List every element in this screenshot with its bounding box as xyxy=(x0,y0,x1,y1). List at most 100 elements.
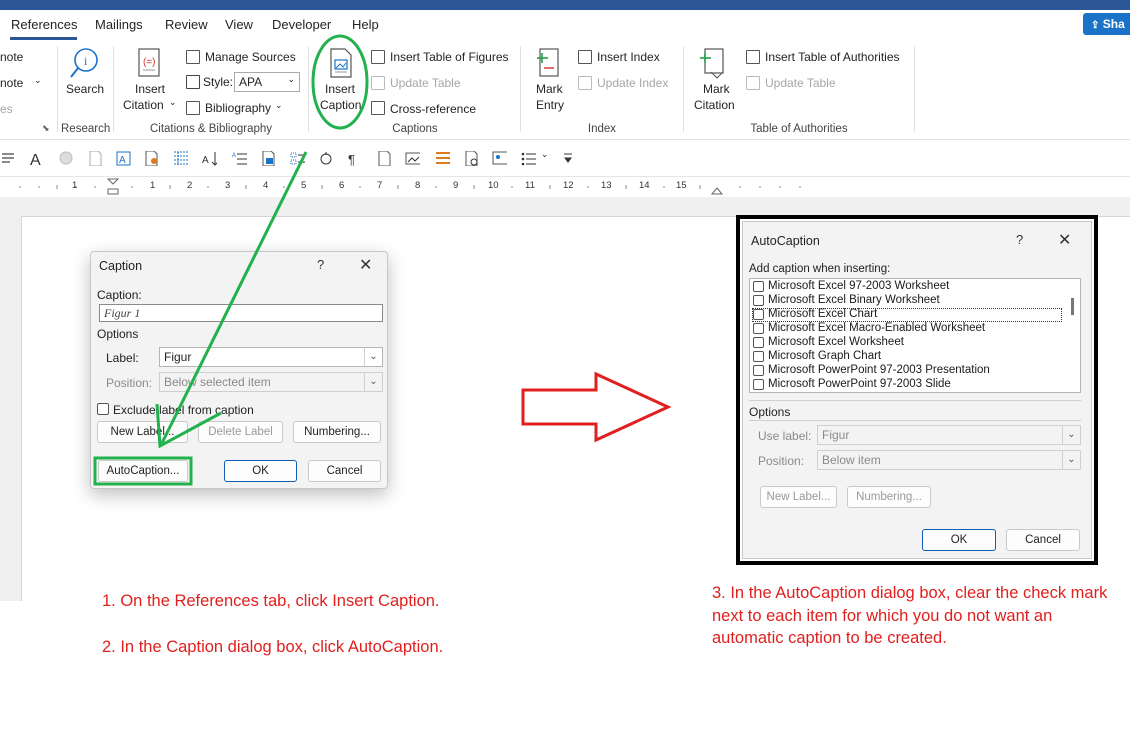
group-label-research: Research xyxy=(61,123,111,135)
mark-citation-label-1[interactable]: Mark xyxy=(703,82,730,96)
help-icon[interactable]: ? xyxy=(1016,232,1023,247)
position-select-value: Below selected item xyxy=(164,375,271,389)
tab-developer[interactable]: Developer xyxy=(272,17,331,32)
insert-caption-label-2[interactable]: Caption xyxy=(320,98,361,112)
close-icon[interactable]: ✕ xyxy=(359,255,372,275)
title-bar-strip xyxy=(0,0,1130,10)
close-icon[interactable]: ✕ xyxy=(1058,230,1071,250)
insert-table-of-figures-button[interactable]: Insert Table of Figures xyxy=(390,50,509,64)
list-item[interactable]: Microsoft Excel 97-2003 Worksheet xyxy=(750,280,1065,294)
chevron-down-icon[interactable]: ⌄ xyxy=(169,97,177,108)
insert-toa-button[interactable]: Insert Table of Authorities xyxy=(765,50,900,64)
tab-view[interactable]: View xyxy=(225,17,253,32)
item-checkbox[interactable] xyxy=(753,379,764,390)
instruction-step-1: 1. On the References tab, click Insert C… xyxy=(102,592,440,610)
numbering-button: Numbering... xyxy=(847,486,931,508)
ruler-number: 5 xyxy=(301,180,307,191)
table-icon[interactable] xyxy=(173,151,188,166)
align-lines-icon[interactable] xyxy=(435,151,450,166)
item-checkbox[interactable] xyxy=(753,295,764,306)
insert-caption-label-1[interactable]: Insert xyxy=(325,82,355,96)
help-icon[interactable]: ? xyxy=(317,257,324,272)
chevron-down-icon[interactable]: ⌄ xyxy=(541,149,549,160)
list-item[interactable]: Microsoft PowerPoint 97-2003 Presentatio… xyxy=(750,364,1065,378)
manage-sources-button[interactable]: Manage Sources xyxy=(205,50,296,64)
paragraph-marks-icon[interactable] xyxy=(2,151,17,166)
tab-references[interactable]: References xyxy=(11,17,77,32)
customize-toolbar-icon[interactable] xyxy=(562,151,577,166)
document-check-icon[interactable] xyxy=(261,151,276,166)
insert-index-button[interactable]: Insert Index xyxy=(597,50,660,64)
item-checkbox[interactable] xyxy=(753,351,764,362)
mark-entry-label-1[interactable]: Mark xyxy=(536,82,563,96)
ruler-number: 9 xyxy=(453,180,459,191)
autocaption-list[interactable]: Microsoft Excel 97-2003 Worksheet Micros… xyxy=(749,278,1081,393)
insert-citation-label-2[interactable]: Citation xyxy=(123,98,164,112)
ribbon-cut-item-1[interactable]: note xyxy=(0,50,23,64)
mark-entry-icon xyxy=(537,48,559,77)
numbering-button[interactable]: Numbering... xyxy=(293,421,381,443)
dashed-list-icon[interactable] xyxy=(290,151,305,166)
circle-icon[interactable] xyxy=(59,151,74,166)
ok-button[interactable]: OK xyxy=(922,529,996,551)
list-item[interactable]: Microsoft Excel Worksheet xyxy=(750,336,1065,350)
options-heading: Options xyxy=(97,327,139,341)
caption-field[interactable]: Figur 1 xyxy=(99,304,383,322)
item-checkbox[interactable] xyxy=(753,281,764,292)
new-label-button: New Label... xyxy=(760,486,837,508)
ruler-number: 4 xyxy=(263,180,269,191)
document-gear-icon[interactable] xyxy=(464,151,479,166)
bibliography-button[interactable]: Bibliography xyxy=(205,101,271,115)
ruler-number: 1 xyxy=(150,180,156,191)
insert-toa-icon xyxy=(746,50,760,64)
sort-icon[interactable]: A xyxy=(202,151,217,166)
cancel-button[interactable]: Cancel xyxy=(308,460,381,482)
picture-icon[interactable] xyxy=(492,151,507,166)
new-label-button[interactable]: New Label... xyxy=(97,421,188,443)
cancel-button[interactable]: Cancel xyxy=(1006,529,1080,551)
item-checkbox[interactable] xyxy=(753,337,764,348)
list-scrollbar-thumb[interactable] xyxy=(1071,298,1074,315)
insert-citation-label-1[interactable]: Insert xyxy=(135,82,165,96)
insert-citation-icon: (=) xyxy=(138,48,160,77)
list-icon[interactable]: A xyxy=(232,151,247,166)
chevron-down-icon[interactable]: ⌄ xyxy=(34,75,42,86)
insert-caption-icon xyxy=(330,48,352,78)
mark-entry-label-2[interactable]: Entry xyxy=(536,98,564,112)
ribbon-cut-item-2[interactable]: note xyxy=(0,76,23,90)
item-checkbox[interactable] xyxy=(753,365,764,376)
image-icon[interactable] xyxy=(405,151,420,166)
font-a-icon[interactable]: A xyxy=(30,151,45,166)
compass-icon[interactable] xyxy=(319,151,334,166)
list-item[interactable]: Microsoft Graph Chart xyxy=(750,350,1065,364)
cross-reference-icon xyxy=(371,101,385,115)
text-box-icon[interactable]: A xyxy=(116,151,131,166)
pilcrow-icon[interactable]: ¶ xyxy=(348,151,363,166)
list-item[interactable]: Microsoft PowerPoint 97-2003 Slide xyxy=(750,378,1065,392)
label-select[interactable]: Figur ⌄ xyxy=(159,347,383,367)
cross-reference-button[interactable]: Cross-reference xyxy=(390,102,476,116)
tab-mailings[interactable]: Mailings xyxy=(95,17,143,32)
insert-note-icon[interactable] xyxy=(144,151,159,166)
list-item[interactable]: Microsoft Excel Macro-Enabled Worksheet xyxy=(750,322,1065,336)
chevron-down-icon[interactable]: ⌄ xyxy=(275,100,283,111)
chevron-down-icon: ⌄ xyxy=(287,74,295,84)
item-checkbox[interactable] xyxy=(753,323,764,334)
caption-field-label: Caption: xyxy=(97,288,142,302)
dialog-launcher-icon[interactable]: ⬊ xyxy=(42,123,50,134)
list-item[interactable]: Microsoft Excel Binary Worksheet xyxy=(750,294,1065,308)
search-button[interactable]: Search xyxy=(66,82,104,96)
ok-button[interactable]: OK xyxy=(224,460,297,482)
share-button[interactable]: ⇪ Sha xyxy=(1083,13,1130,35)
autocaption-button[interactable]: AutoCaption... xyxy=(98,460,188,482)
mark-citation-label-2[interactable]: Citation xyxy=(694,98,735,112)
tab-help[interactable]: Help xyxy=(352,17,379,32)
delete-label-button: Delete Label xyxy=(198,421,283,443)
page-icon[interactable] xyxy=(377,151,392,166)
exclude-label-checkbox[interactable] xyxy=(97,403,109,415)
style-dropdown[interactable]: APA ⌄ xyxy=(234,72,300,92)
tab-review[interactable]: Review xyxy=(165,17,208,32)
document-icon[interactable] xyxy=(88,151,103,166)
position-select: Below selected item ⌄ xyxy=(159,372,383,392)
bullets-icon[interactable] xyxy=(521,151,536,166)
